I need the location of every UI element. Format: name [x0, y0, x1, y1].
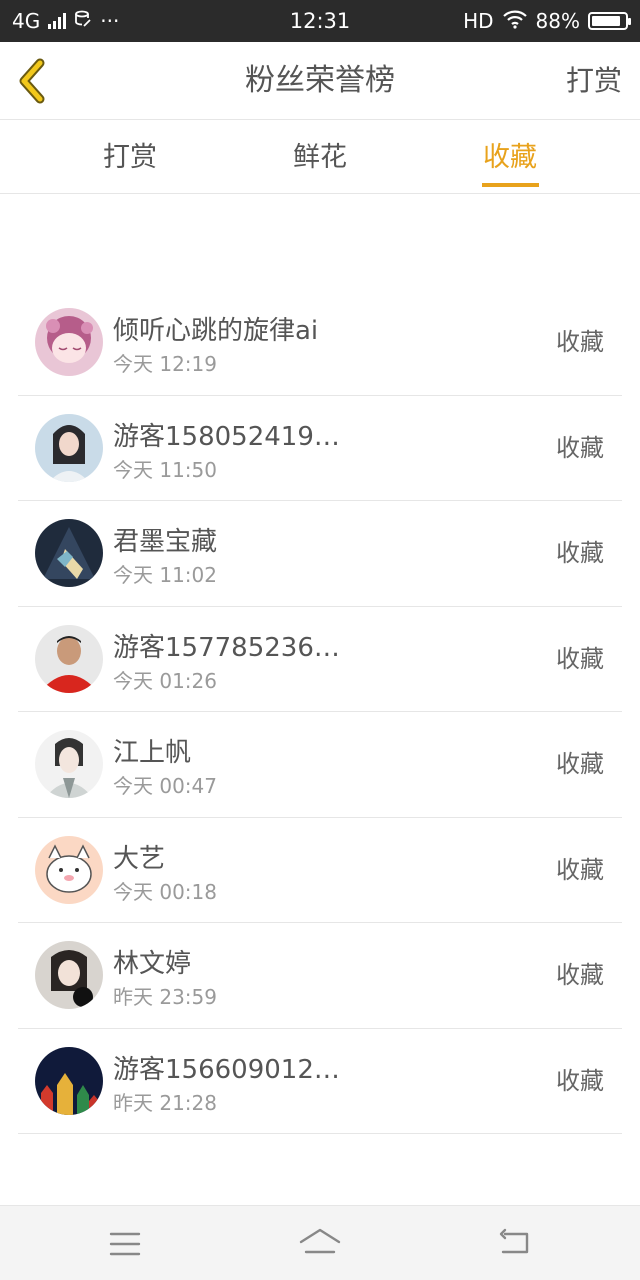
list-item[interactable]: 君墨宝藏 今天 11:02 收藏 — [18, 501, 622, 607]
system-nav-bar — [0, 1205, 640, 1280]
page-title: 粉丝荣誉榜 — [245, 63, 395, 98]
fan-time: 昨天 23:59 — [113, 985, 217, 1009]
fan-time: 昨天 21:28 — [113, 1090, 217, 1115]
tab-reward[interactable]: 打赏 — [70, 121, 190, 194]
app-header: 粉丝荣誉榜 打赏 — [0, 42, 640, 120]
chevron-left-icon[interactable] — [14, 58, 54, 104]
avatar — [35, 835, 103, 904]
storage-icon — [74, 9, 92, 33]
favorite-label: 收藏 — [556, 328, 604, 356]
fan-time: 今天 12:19 — [113, 352, 217, 376]
wifi-icon — [502, 9, 528, 34]
favorite-label: 收藏 — [556, 855, 604, 884]
favorite-label: 收藏 — [556, 1066, 604, 1095]
list-item[interactable]: 游客158052419… 今天 11:50 收藏 — [18, 396, 622, 501]
status-bar: 4G ··· 12:31 HD 88% — [0, 0, 640, 42]
fan-time: 今天 01:26 — [113, 668, 217, 693]
fan-name: 游客158052419… — [113, 421, 340, 452]
avatar — [35, 1046, 103, 1115]
fan-name: 林文婷 — [113, 949, 192, 979]
fan-list: 倾听心跳的旋律ai 今天 12:19 收藏 游客158052419… 今天 11… — [18, 290, 622, 1134]
fan-time: 今天 11:02 — [113, 563, 217, 587]
more-indicator: ··· — [100, 9, 120, 33]
list-item[interactable]: 大艺 今天 00:18 收藏 — [18, 818, 622, 923]
status-left: 4G ··· — [12, 9, 119, 33]
signal-icon — [48, 13, 67, 29]
fan-name: 江上帆 — [113, 738, 192, 768]
list-item[interactable]: 倾听心跳的旋律ai 今天 12:19 收藏 — [18, 290, 622, 396]
tab-flowers[interactable]: 鲜花 — [260, 121, 380, 194]
favorite-label: 收藏 — [556, 539, 604, 567]
list-item[interactable]: 游客156609012… 昨天 21:28 收藏 — [18, 1029, 622, 1134]
home-icon[interactable] — [298, 1224, 342, 1264]
favorite-label: 收藏 — [556, 644, 604, 673]
active-tab-indicator — [482, 183, 539, 187]
fan-name: 倾听心跳的旋律ai — [113, 316, 319, 346]
fan-time: 今天 00:47 — [113, 774, 217, 798]
fan-time: 今天 11:50 — [113, 457, 217, 482]
avatar — [35, 413, 103, 482]
avatar — [35, 624, 103, 693]
hd-label: HD — [463, 9, 494, 33]
fan-name: 大艺 — [113, 843, 166, 874]
back-icon[interactable] — [495, 1224, 535, 1264]
network-label: 4G — [12, 9, 41, 33]
battery-percent: 88% — [535, 9, 580, 33]
tab-bar: 打赏 鲜花 收藏 — [0, 121, 640, 194]
fan-name: 君墨宝藏 — [113, 527, 218, 557]
favorite-label: 收藏 — [556, 961, 604, 989]
favorite-label: 收藏 — [556, 750, 604, 778]
fan-name: 游客156609012… — [113, 1054, 340, 1085]
list-item[interactable]: 林文婷 昨天 23:59 收藏 — [18, 923, 622, 1029]
fan-time: 今天 00:18 — [113, 879, 217, 904]
battery-icon — [588, 12, 631, 30]
list-item[interactable]: 游客157785236… 今天 01:26 收藏 — [18, 607, 622, 712]
list-item[interactable]: 江上帆 今天 00:47 收藏 — [18, 712, 622, 818]
avatar — [35, 519, 103, 587]
reward-button[interactable]: 打赏 — [566, 42, 622, 120]
avatar — [35, 730, 103, 798]
avatar — [35, 941, 103, 1009]
favorite-label: 收藏 — [556, 433, 604, 462]
menu-icon[interactable] — [105, 1224, 145, 1264]
status-right: HD 88% — [463, 9, 631, 34]
fan-name: 游客157785236… — [113, 632, 340, 663]
avatar — [35, 308, 103, 376]
